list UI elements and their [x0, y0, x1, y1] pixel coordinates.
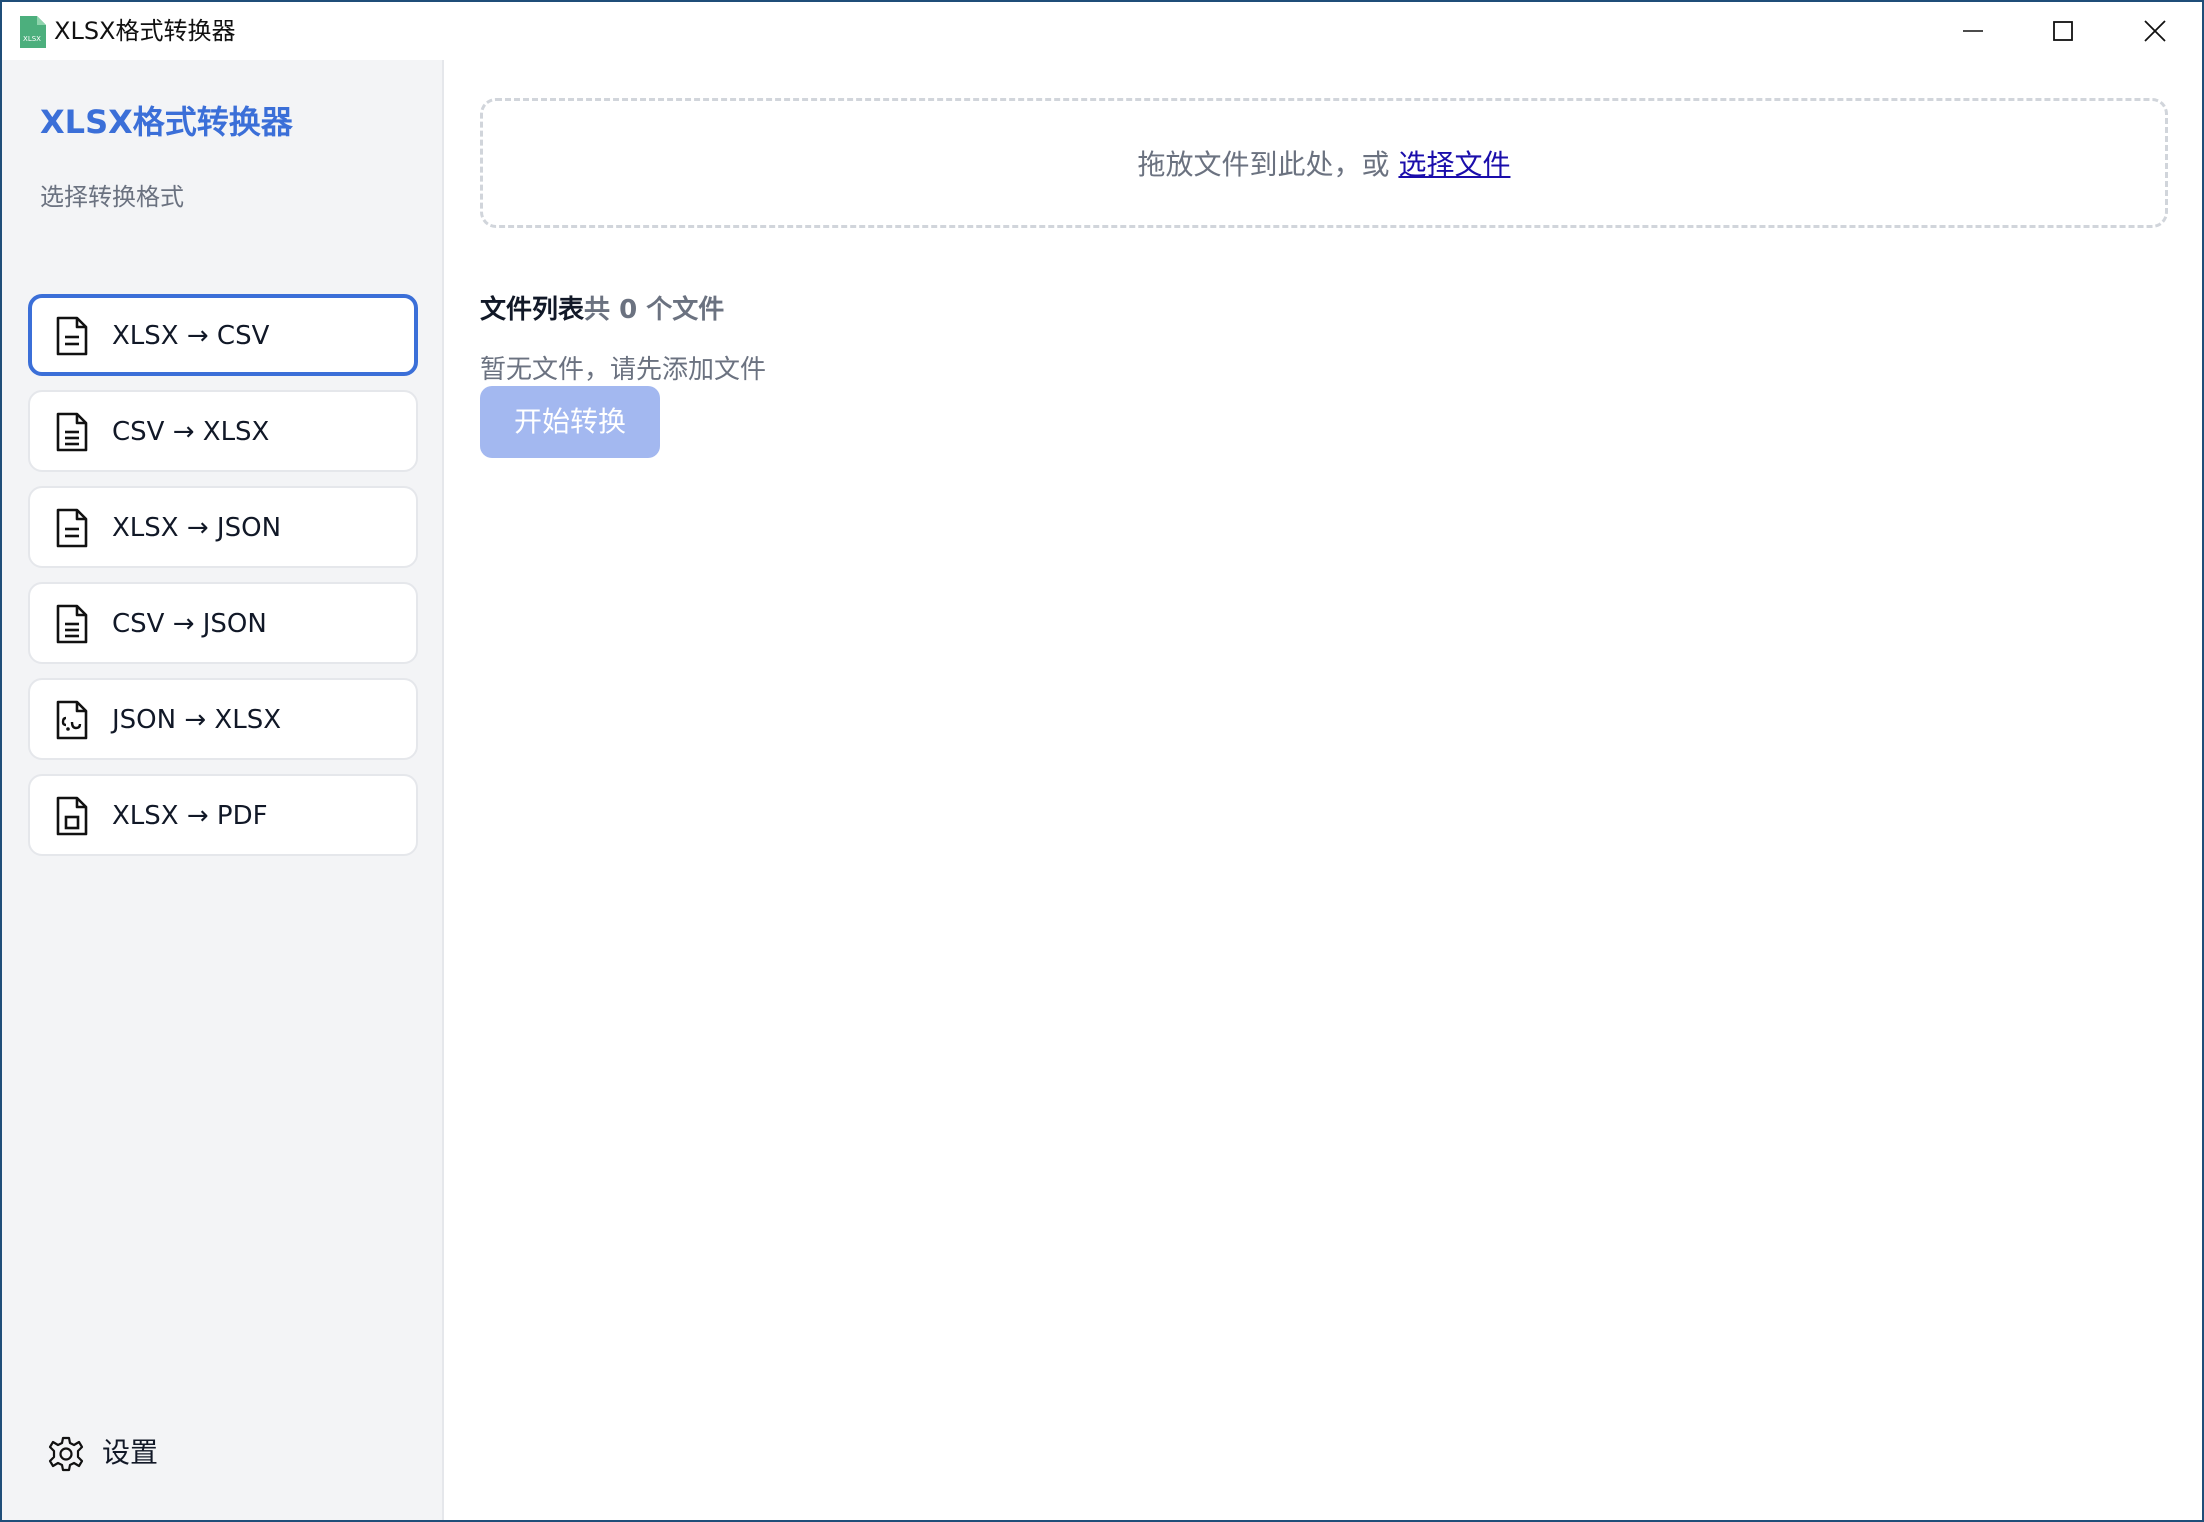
file-list-header: 文件列表共 0 个文件: [480, 290, 724, 330]
file-text-icon: [56, 316, 88, 356]
file-count: 共 0 个文件: [584, 295, 725, 325]
settings-button[interactable]: 设置: [48, 1428, 248, 1478]
title-bar: XLSX XLSX格式转换器: [2, 2, 2202, 60]
file-text-icon: [56, 604, 88, 644]
drop-zone-text: 拖放文件到此处，或: [1137, 148, 1390, 181]
file-list-title: 文件列表: [480, 295, 585, 325]
close-button[interactable]: [2110, 2, 2200, 60]
file-text-icon: [56, 508, 88, 548]
file-code-icon: [56, 700, 88, 740]
format-label: JSON → XLSX: [112, 705, 282, 735]
settings-label: 设置: [102, 1436, 159, 1469]
file-pdf-icon: [56, 796, 88, 836]
maximize-button[interactable]: [2018, 2, 2108, 60]
maximize-icon: [2053, 21, 2073, 41]
minimize-icon: [1963, 30, 1983, 32]
app-window: XLSX XLSX格式转换器 XLSX格式转换器 选择转换格式 XLSX → C…: [0, 0, 2204, 1522]
format-xlsx-to-pdf[interactable]: XLSX → PDF: [28, 774, 418, 856]
format-label: XLSX → CSV: [112, 321, 270, 351]
start-convert-button[interactable]: 开始转换: [480, 386, 660, 458]
sidebar-subtitle: 选择转换格式: [40, 183, 184, 211]
format-label: CSV → JSON: [112, 609, 267, 639]
sidebar-title: XLSX格式转换器: [40, 103, 293, 141]
format-label: CSV → XLSX: [112, 417, 270, 447]
sidebar: XLSX格式转换器 选择转换格式 XLSX → CSV CSV → XLSX X…: [2, 60, 444, 1520]
empty-file-message: 暂无文件，请先添加文件: [480, 355, 767, 385]
app-logo-icon: XLSX: [20, 16, 46, 48]
format-label: XLSX → JSON: [112, 513, 282, 543]
minimize-button[interactable]: [1928, 2, 2018, 60]
app-logo-text: XLSX: [23, 35, 41, 43]
gear-icon: [48, 1436, 84, 1472]
format-csv-to-json[interactable]: CSV → JSON: [28, 582, 418, 664]
window-title: XLSX格式转换器: [54, 17, 236, 45]
file-text-icon: [56, 412, 88, 452]
select-file-link[interactable]: 选择文件: [1398, 143, 1510, 183]
close-icon: [2144, 20, 2166, 42]
format-label: XLSX → PDF: [112, 801, 268, 831]
format-json-to-xlsx[interactable]: JSON → XLSX: [28, 678, 418, 760]
format-xlsx-to-json[interactable]: XLSX → JSON: [28, 486, 418, 568]
format-csv-to-xlsx[interactable]: CSV → XLSX: [28, 390, 418, 472]
drop-zone[interactable]: 拖放文件到此处，或 选择文件: [480, 98, 2168, 228]
format-xlsx-to-csv[interactable]: XLSX → CSV: [28, 294, 418, 376]
